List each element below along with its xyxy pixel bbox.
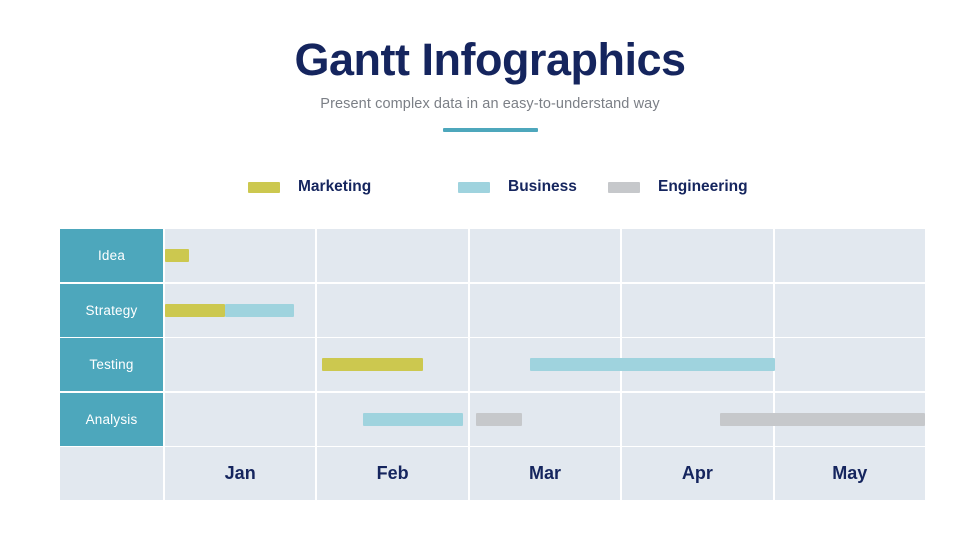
accent-rule [442,128,538,133]
gantt-bar-strategy-business[interactable] [225,303,295,317]
gantt-row-label-testing: Testing [60,338,163,391]
gantt-bar-analysis-engineering[interactable] [475,412,523,426]
gantt-grid-cell [165,338,316,391]
gantt-bar-strategy-marketing[interactable] [165,303,226,317]
gantt-row-track [165,392,925,446]
gantt-row-track [165,229,925,282]
gantt-bar-analysis-business[interactable] [362,412,464,426]
page-subtitle: Present complex data in an easy-to-under… [320,96,660,113]
legend-swatch-icon [608,181,640,193]
gantt-row: Strategy [60,283,925,337]
gantt-row-label-strategy: Strategy [60,283,163,337]
gantt-month-label-mar: Mar [469,447,621,500]
gantt-grid-cell [317,283,468,337]
gantt-month-axis-row: Jan Feb Mar Apr May [60,447,925,500]
gantt-grid-cell [165,392,316,446]
gantt-grid-cell [774,283,925,337]
gantt-month-label-may: May [774,447,925,500]
page-title: Gantt Infographics [294,34,686,85]
gantt-row-label-idea: Idea [60,229,163,282]
header: Gantt Infographics Present complex data … [0,34,980,133]
gantt-grid-cell [469,283,621,337]
gantt-chart: Idea Strategy Testing Analysis Jan Feb Mar Apr M… [60,229,925,500]
gantt-axis-corner-cell [60,447,163,500]
gantt-month-track: Jan Feb Mar Apr May [165,447,925,500]
legend-item-business: Business [458,178,577,196]
gantt-row: Analysis [60,392,925,446]
chart-legend: Marketing Business Engineering [248,178,748,196]
gantt-bar-analysis-engineering[interactable] [719,412,925,426]
gantt-row: Testing [60,338,925,391]
gantt-bar-testing-marketing[interactable] [321,358,423,371]
gantt-month-label-jan: Jan [165,447,316,500]
gantt-row-track [165,338,925,391]
gantt-grid-cell [622,283,773,337]
gantt-bar-idea-marketing[interactable] [165,249,190,262]
gantt-grid-cell [622,229,773,282]
gantt-grid-cell [774,338,925,391]
gantt-row: Idea [60,229,925,282]
gantt-row-track [165,283,925,337]
legend-label: Marketing [298,178,372,195]
gantt-bar-testing-business[interactable] [529,358,775,371]
gantt-grid-cell [774,229,925,282]
legend-swatch-icon [248,181,280,193]
legend-label: Engineering [658,178,748,195]
gantt-month-label-feb: Feb [317,447,468,500]
gantt-grid-cell [317,229,468,282]
gantt-grid-cell [469,229,621,282]
legend-label: Business [508,178,577,195]
legend-item-engineering: Engineering [608,178,748,196]
gantt-row-label-analysis: Analysis [60,392,163,446]
legend-item-marketing: Marketing [248,178,371,196]
gantt-month-label-apr: Apr [622,447,773,500]
legend-swatch-icon [458,181,490,193]
